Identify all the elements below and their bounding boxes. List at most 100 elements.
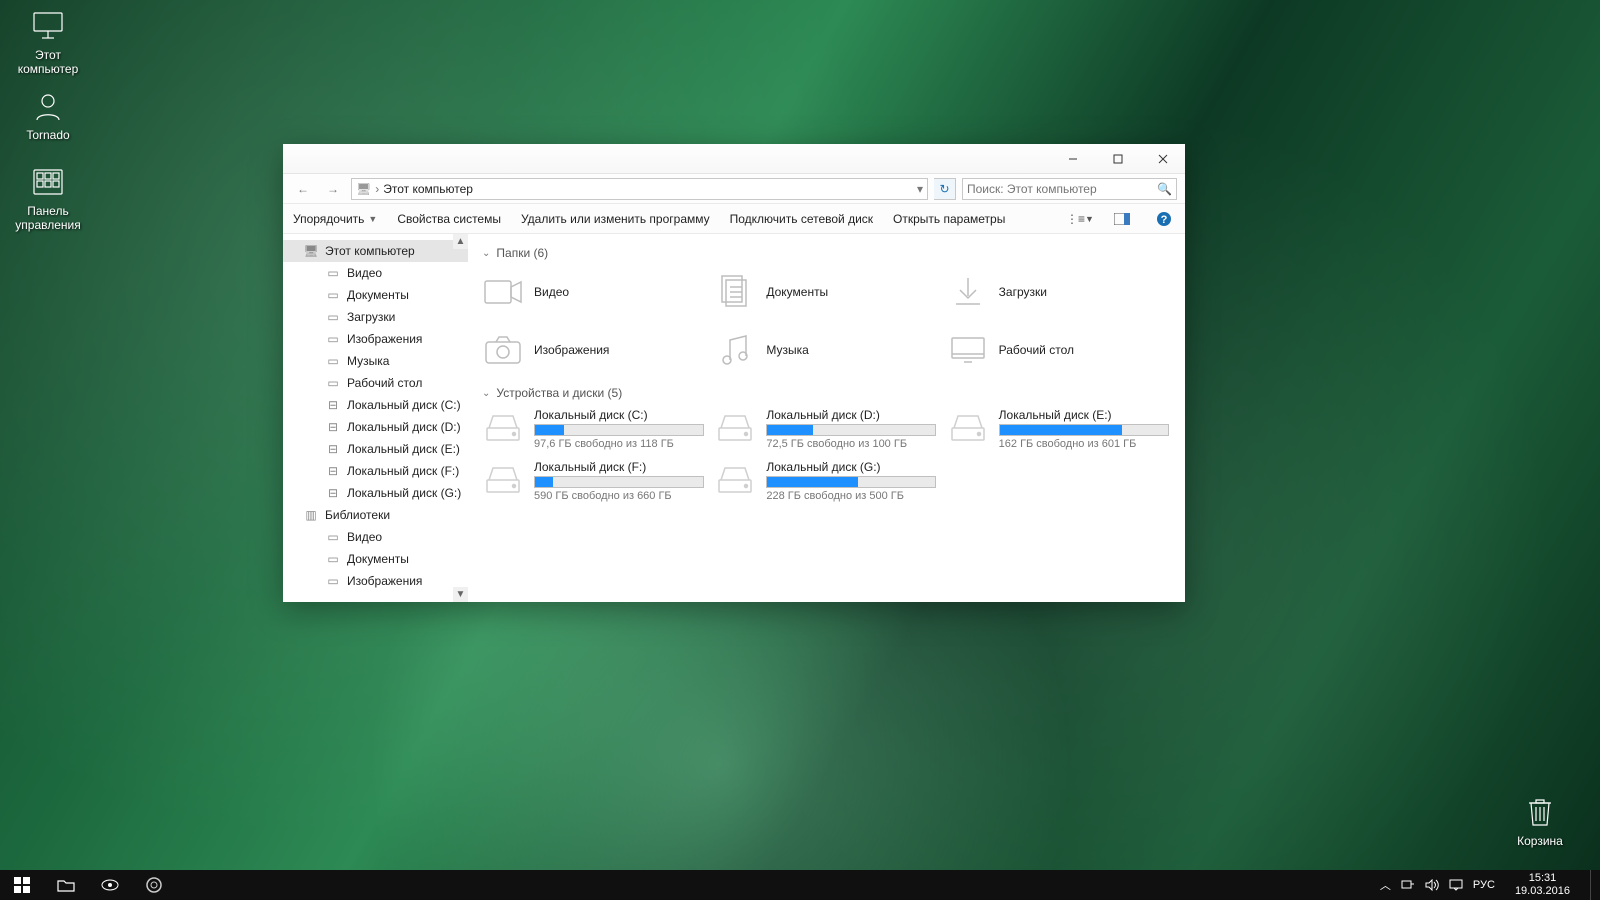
folder-icon: ▭: [325, 265, 341, 281]
desktop-icon-label: Панельуправления: [15, 204, 80, 232]
scroll-down-button[interactable]: ▼: [453, 587, 468, 602]
address-bar: ← → 🖥 › Этот компьютер ▾ ↻ 🔍: [283, 174, 1185, 204]
toolbar-system-properties[interactable]: Свойства системы: [397, 212, 501, 226]
section-drives-header[interactable]: ⌄ Устройства и диски (5): [482, 386, 1171, 400]
taskbar: ︿ РУС 15:31 19.03.2016: [0, 870, 1600, 900]
toolbar: Упорядочить ▼ Свойства системы Удалить и…: [283, 204, 1185, 234]
desktop-icon-control-panel[interactable]: Панельуправления: [8, 162, 88, 232]
search-box[interactable]: 🔍: [962, 178, 1177, 200]
refresh-button[interactable]: ↻: [934, 178, 956, 200]
close-button[interactable]: [1140, 144, 1185, 173]
start-button[interactable]: [0, 870, 44, 900]
drive-tile[interactable]: Локальный диск (E:)162 ГБ свободно из 60…: [947, 408, 1171, 450]
explorer-window: ← → 🖥 › Этот компьютер ▾ ↻ 🔍 Упорядочить…: [283, 144, 1185, 602]
folder-icon: ▭: [325, 353, 341, 369]
drive-usage-bar: [534, 476, 704, 488]
chevron-down-icon[interactable]: ▾: [917, 182, 923, 196]
drive-usage-bar: [999, 424, 1169, 436]
nav-libraries[interactable]: ▥Библиотеки: [283, 504, 468, 526]
desktop-icon-this-pc[interactable]: Этот компьютер: [8, 6, 88, 76]
drive-name: Локальный диск (C:): [534, 408, 706, 422]
folder-pictures[interactable]: Изображения: [482, 326, 706, 374]
drive-free-text: 72,5 ГБ свободно из 100 ГБ: [766, 438, 938, 450]
tray-action-center-icon[interactable]: [1449, 879, 1463, 891]
nav-disk-c[interactable]: ⊟Локальный диск (C:): [283, 394, 468, 416]
tray-network-icon[interactable]: [1401, 879, 1415, 891]
nav-this-pc[interactable]: 🖥Этот компьютер: [283, 240, 468, 262]
drive-usage-bar: [766, 424, 936, 436]
nav-music[interactable]: ▭Музыка: [283, 350, 468, 372]
nav-desktop[interactable]: ▭Рабочий стол: [283, 372, 468, 394]
section-folders-header[interactable]: ⌄ Папки (6): [482, 246, 1171, 260]
desktop: Этот компьютер Tornado Панельуправления …: [0, 0, 1600, 900]
drive-name: Локальный диск (G:): [766, 460, 938, 474]
tray-volume-icon[interactable]: [1425, 879, 1439, 891]
chevron-right-icon: ›: [375, 182, 379, 196]
taskbar-explorer[interactable]: [44, 870, 88, 900]
taskbar-app-1[interactable]: [88, 870, 132, 900]
chevron-down-icon: ⌄: [482, 388, 490, 399]
minimize-button[interactable]: [1050, 144, 1095, 173]
trash-icon: [1520, 792, 1560, 832]
preview-pane-button[interactable]: [1111, 208, 1133, 230]
drive-usage-bar: [766, 476, 936, 488]
drive-tile[interactable]: Локальный диск (G:) 228 ГБ свободно из 50…: [714, 460, 938, 502]
folder-icon: ▭: [325, 331, 341, 347]
folder-documents[interactable]: Документы: [714, 268, 938, 316]
folder-music[interactable]: Музыка: [714, 326, 938, 374]
show-desktop-button[interactable]: [1590, 870, 1596, 900]
drive-usage-bar: [534, 424, 704, 436]
music-icon: [714, 329, 756, 371]
help-button[interactable]: ?: [1153, 208, 1175, 230]
search-input[interactable]: [967, 182, 1157, 196]
drive-free-text: 162 ГБ свободно из 601 ГБ: [999, 438, 1171, 450]
desktop-icon: [947, 329, 989, 371]
nav-forward-button[interactable]: →: [321, 177, 345, 201]
toolbar-uninstall[interactable]: Удалить или изменить программу: [521, 212, 710, 226]
drive-icon: ⊟: [325, 419, 341, 435]
toolbar-organize[interactable]: Упорядочить ▼: [293, 212, 377, 226]
content-pane: ⌄ Папки (6) Видео Документы Загрузки Изо…: [468, 234, 1185, 602]
desktop-icon-tornado[interactable]: Tornado: [8, 86, 88, 142]
view-options-button[interactable]: ⋮≡ ▼: [1069, 208, 1091, 230]
folder-downloads[interactable]: Загрузки: [947, 268, 1171, 316]
breadcrumb-text: Этот компьютер: [383, 182, 473, 196]
nav-disk-e[interactable]: ⊟Локальный диск (E:): [283, 438, 468, 460]
drive-free-text: 228 ГБ свободно из 500 ГБ: [766, 490, 938, 502]
scroll-up-button[interactable]: ▲: [453, 234, 468, 249]
breadcrumb[interactable]: 🖥 › Этот компьютер ▾: [351, 178, 928, 200]
user-icon: [28, 86, 68, 126]
nav-lib-documents[interactable]: ▭Документы: [283, 548, 468, 570]
drive-icon: ⊟: [325, 463, 341, 479]
nav-disk-g[interactable]: ⊟Локальный диск (G:): [283, 482, 468, 504]
drive-tile[interactable]: Локальный диск (F:)590 ГБ свободно из 66…: [482, 460, 706, 502]
nav-lib-video[interactable]: ▭Видео: [283, 526, 468, 548]
drive-name: Локальный диск (D:): [766, 408, 938, 422]
folder-video[interactable]: Видео: [482, 268, 706, 316]
library-icon: ▥: [303, 507, 319, 523]
maximize-button[interactable]: [1095, 144, 1140, 173]
tray-clock[interactable]: 15:31 19.03.2016: [1505, 872, 1580, 898]
drive-tile[interactable]: Локальный диск (C:)97,6 ГБ свободно из 1…: [482, 408, 706, 450]
nav-video[interactable]: ▭Видео: [283, 262, 468, 284]
nav-pictures[interactable]: ▭Изображения: [283, 328, 468, 350]
toolbar-map-drive[interactable]: Подключить сетевой диск: [730, 212, 873, 226]
folder-icon: ▭: [325, 287, 341, 303]
nav-downloads[interactable]: ▭Загрузки: [283, 306, 468, 328]
toolbar-open-settings[interactable]: Открыть параметры: [893, 212, 1005, 226]
nav-disk-d[interactable]: ⊟Локальный диск (D:): [283, 416, 468, 438]
tray-language[interactable]: РУС: [1473, 879, 1495, 891]
nav-documents[interactable]: ▭Документы: [283, 284, 468, 306]
search-icon: 🔍: [1157, 182, 1172, 196]
nav-back-button[interactable]: ←: [291, 177, 315, 201]
tray-chevron-up-icon[interactable]: ︿: [1380, 877, 1391, 893]
taskbar-chrome[interactable]: [132, 870, 176, 900]
drive-icon: [714, 408, 756, 450]
titlebar[interactable]: [283, 144, 1185, 174]
nav-lib-pictures[interactable]: ▭Изображения: [283, 570, 468, 592]
drive-tile[interactable]: Локальный диск (D:) 72,5 ГБ свободно из 1…: [714, 408, 938, 450]
download-icon: [947, 271, 989, 313]
nav-disk-f[interactable]: ⊟Локальный диск (F:): [283, 460, 468, 482]
folder-desktop[interactable]: Рабочий стол: [947, 326, 1171, 374]
desktop-icon-recycle-bin[interactable]: Корзина: [1500, 792, 1580, 848]
